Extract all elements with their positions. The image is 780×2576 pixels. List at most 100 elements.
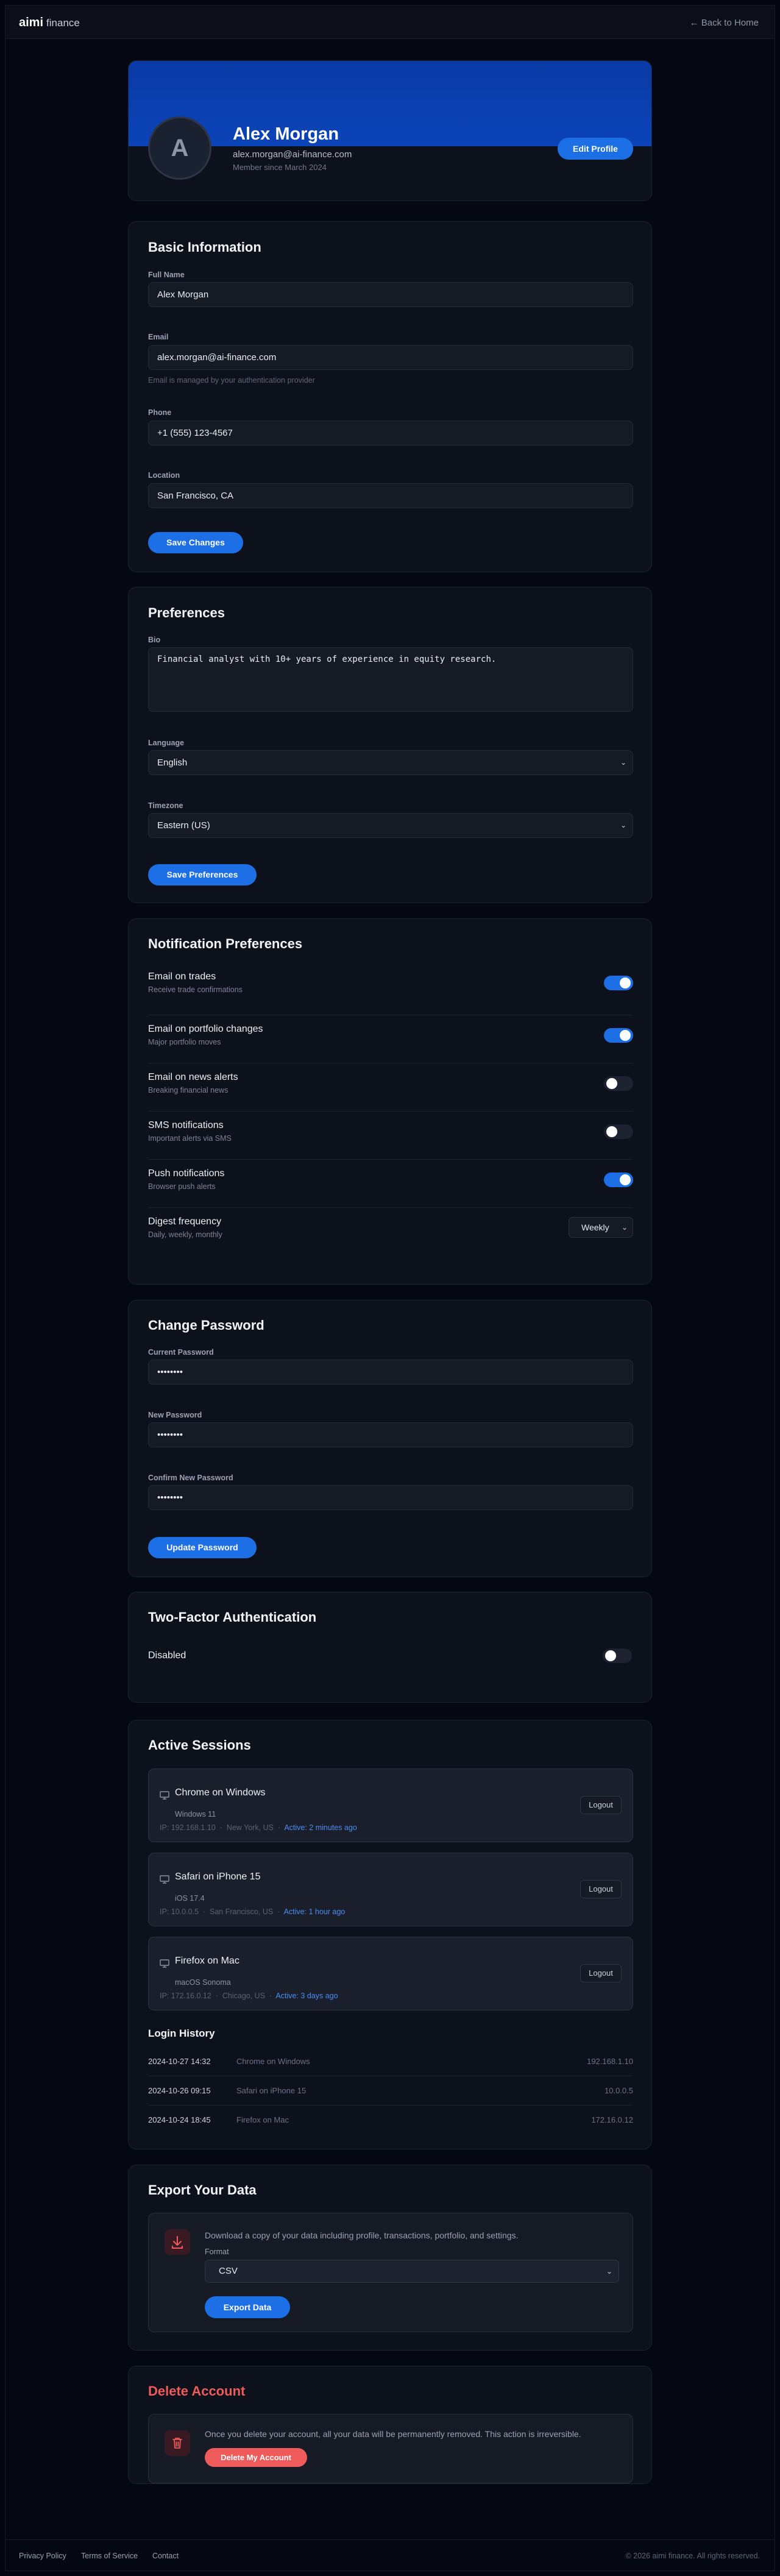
digest-frequency-select[interactable]: Weekly ⌄: [569, 1217, 633, 1238]
section-title: Delete Account: [148, 2383, 246, 2399]
new-password-input[interactable]: ••••••••: [148, 1422, 633, 1447]
notification-subtitle: Breaking financial news: [148, 1086, 229, 1095]
monitor-icon: [160, 1959, 169, 1968]
digest-row: Digest frequency Daily, weekly, monthly …: [148, 1208, 633, 1256]
notification-subtitle: Major portfolio moves: [148, 1038, 221, 1046]
update-password-button[interactable]: Update Password: [148, 1537, 257, 1558]
current-password-input[interactable]: ••••••••: [148, 1360, 633, 1385]
confirm-password-input[interactable]: ••••••••: [148, 1485, 633, 1510]
digest-title: Digest frequency: [148, 1216, 222, 1227]
section-title: Two-Factor Authentication: [148, 1609, 317, 1625]
export-data-card: Export Your Data Download a copy of your…: [128, 2165, 652, 2351]
footer-link-contact[interactable]: Contact: [152, 2552, 179, 2560]
new-password-label: New Password: [148, 1411, 202, 1419]
section-title: Basic Information: [148, 240, 261, 255]
notification-title: Email on portfolio changes: [148, 1024, 263, 1034]
session-os: iOS 17.4: [175, 1894, 205, 1903]
monitor-icon: [160, 1791, 169, 1800]
full-name-input[interactable]: Alex Morgan: [148, 282, 633, 307]
location-input[interactable]: San Francisco, CA: [148, 483, 633, 508]
timezone-label: Timezone: [148, 801, 183, 810]
back-to-home-link[interactable]: ← Back to Home: [690, 18, 759, 28]
push-toggle[interactable]: [604, 1173, 633, 1187]
notification-title: SMS notifications: [148, 1120, 224, 1130]
session-item: Chrome on Windows Windows 11 IP: 192.168…: [148, 1769, 633, 1842]
logout-button[interactable]: Logout: [580, 1796, 622, 1814]
notification-row: Email on news alerts Breaking financial …: [148, 1063, 633, 1112]
monitor-icon: [160, 1875, 169, 1884]
language-select[interactable]: English ⌄: [148, 750, 633, 775]
section-title: Preferences: [148, 605, 225, 620]
full-name-label: Full Name: [148, 271, 185, 279]
two-factor-toggle[interactable]: [603, 1648, 632, 1663]
preferences-card: Preferences Bio Financial analyst with 1…: [128, 587, 652, 903]
export-panel: Download a copy of your data including p…: [148, 2213, 633, 2332]
export-format-select[interactable]: CSV ⌄: [205, 2260, 619, 2283]
delete-panel: Once you delete your account, all your d…: [148, 2414, 633, 2483]
page: aimi finance ← Back to Home A Alex Morgan…: [0, 0, 780, 2576]
edit-profile-button[interactable]: Edit Profile: [558, 138, 633, 160]
sms-toggle[interactable]: [604, 1124, 633, 1139]
section-title: Change Password: [148, 1318, 264, 1333]
export-data-button[interactable]: Export Data: [205, 2296, 290, 2318]
delete-account-button[interactable]: Delete My Account: [205, 2448, 307, 2467]
email-portfolio-toggle[interactable]: [604, 1028, 633, 1043]
chevron-down-icon: ⌄: [620, 758, 626, 767]
profile-name: Alex Morgan: [233, 124, 339, 144]
language-label: Language: [148, 739, 185, 747]
format-label: Format: [205, 2248, 229, 2256]
chevron-down-icon: ⌄: [606, 2267, 612, 2276]
location-label: Location: [148, 471, 180, 480]
digest-subtitle: Daily, weekly, monthly: [148, 1230, 222, 1239]
notification-row: Email on portfolio changes Major portfol…: [148, 1015, 633, 1063]
timezone-select[interactable]: Eastern (US) ⌄: [148, 813, 633, 838]
save-changes-button[interactable]: Save Changes: [148, 532, 243, 553]
email-trades-toggle[interactable]: [604, 976, 633, 990]
chevron-down-icon: ⌄: [620, 821, 626, 829]
session-meta: IP: 192.168.1.10 · New York, US · Active…: [160, 1823, 357, 1832]
top-bar: aimi finance ← Back to Home: [5, 5, 775, 39]
profile-card: A Alex Morgan alex.morgan@ai-finance.com…: [128, 60, 652, 201]
email-label: Email: [148, 333, 169, 341]
notification-subtitle: Browser push alerts: [148, 1182, 216, 1191]
brand-logo[interactable]: aimi finance: [19, 16, 80, 30]
session-item: Safari on iPhone 15 iOS 17.4 IP: 10.0.0.…: [148, 1853, 633, 1926]
footer-link-terms[interactable]: Terms of Service: [81, 2552, 138, 2560]
notification-row: SMS notifications Important alerts via S…: [148, 1112, 633, 1160]
notification-title: Push notifications: [148, 1168, 225, 1179]
two-factor-status: Disabled: [148, 1650, 186, 1661]
footer: Privacy Policy Terms of Service Contact …: [5, 2539, 775, 2571]
notification-row: Email on trades Receive trade confirmati…: [148, 967, 633, 1015]
email-hint: Email is managed by your authentication …: [148, 376, 315, 385]
avatar[interactable]: A: [148, 116, 211, 180]
member-since: Member since March 2024: [233, 163, 327, 172]
section-title: Active Sessions: [148, 1737, 251, 1753]
download-icon: [165, 2229, 190, 2255]
email-news-toggle[interactable]: [604, 1076, 633, 1091]
email-input[interactable]: alex.morgan@ai-finance.com: [148, 345, 633, 370]
two-factor-card: Two-Factor Authentication Disabled: [128, 1592, 652, 1703]
login-history-title: Login History: [148, 2028, 215, 2039]
session-device: Chrome on Windows: [175, 1787, 266, 1798]
phone-label: Phone: [148, 408, 172, 417]
save-preferences-button[interactable]: Save Preferences: [148, 864, 257, 885]
bio-textarea[interactable]: Financial analyst with 10+ years of expe…: [148, 647, 633, 712]
notification-title: Email on trades: [148, 971, 216, 982]
session-os: Windows 11: [175, 1810, 216, 1818]
session-device: Firefox on Mac: [175, 1956, 239, 1966]
section-title: Notification Preferences: [148, 936, 303, 951]
logout-button[interactable]: Logout: [580, 1964, 622, 1982]
delete-description: Once you delete your account, all your d…: [205, 2429, 581, 2439]
export-description: Download a copy of your data including p…: [205, 2230, 519, 2240]
confirm-password-label: Confirm New Password: [148, 1474, 233, 1482]
phone-input[interactable]: +1 (555) 123-4567: [148, 420, 633, 445]
delete-account-card: Delete Account Once you delete your acco…: [128, 2366, 652, 2484]
footer-link-privacy[interactable]: Privacy Policy: [19, 2552, 66, 2560]
session-device: Safari on iPhone 15: [175, 1872, 261, 1882]
logout-button[interactable]: Logout: [580, 1880, 622, 1898]
basic-info-card: Basic Information Full Name Alex Morgan …: [128, 221, 652, 572]
copyright: © 2026 aimi finance. All rights reserved…: [625, 2552, 760, 2560]
notifications-card: Notification Preferences Email on trades…: [128, 918, 652, 1285]
current-password-label: Current Password: [148, 1348, 214, 1357]
login-history-row: 2024-10-26 09:15 Safari on iPhone 15 10.0.…: [148, 2076, 633, 2106]
